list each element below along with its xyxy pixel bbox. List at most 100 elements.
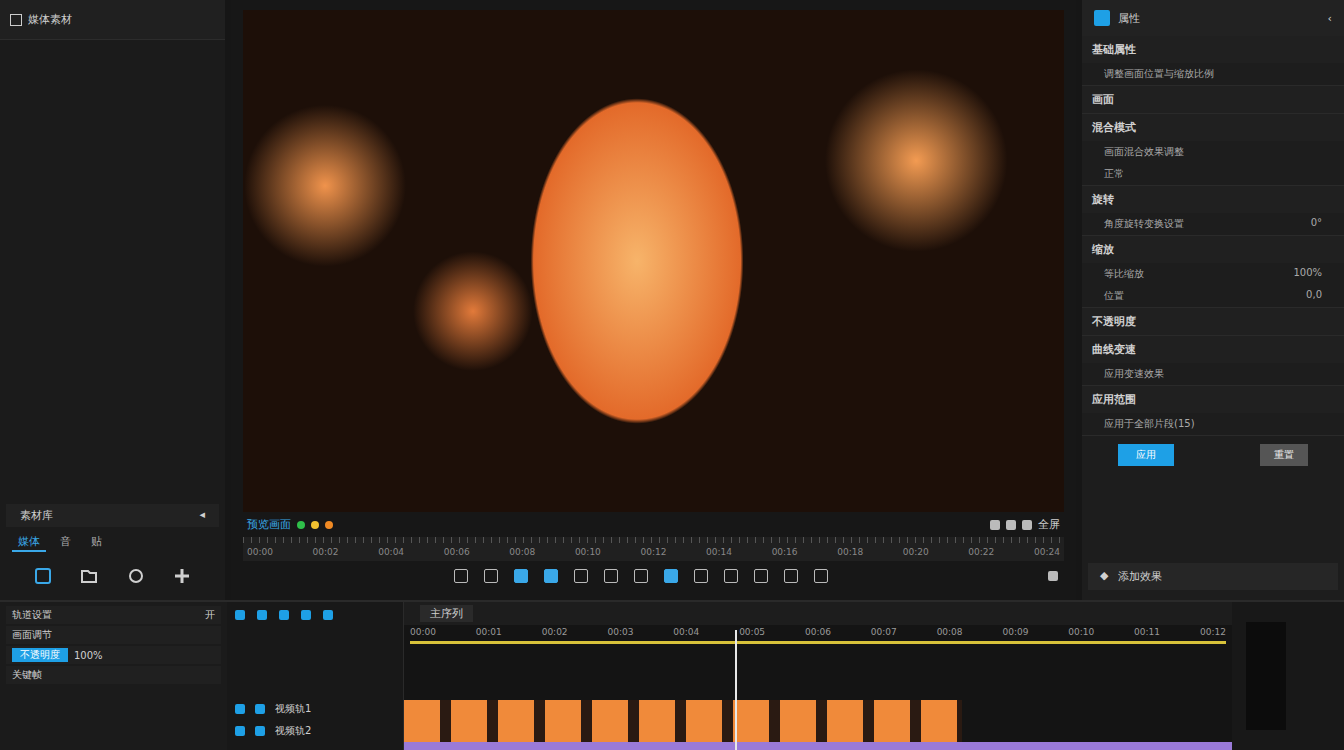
property-label: 等比缩放 — [1104, 267, 1144, 281]
property-row[interactable]: 画面混合效果调整 — [1082, 141, 1344, 163]
button-row: 应用 重置 — [1082, 436, 1344, 474]
status-dot — [325, 521, 333, 529]
tool-icon[interactable] — [754, 569, 768, 583]
tool-icon[interactable] — [784, 569, 798, 583]
work-area-bar[interactable] — [410, 641, 1226, 644]
add-icon[interactable] — [172, 566, 192, 586]
media-icon — [10, 14, 22, 26]
tool-icon[interactable] — [724, 569, 738, 583]
track-setting-row[interactable]: 不透明度 100% — [6, 646, 221, 664]
audio-clip[interactable] — [404, 742, 1232, 750]
section-title[interactable]: 旋转 — [1082, 186, 1344, 213]
record-icon[interactable] — [126, 566, 146, 586]
snapshot-icon[interactable] — [1022, 520, 1032, 530]
preview-controls: 预览画面 全屏 — [243, 512, 1064, 537]
preview-ruler[interactable]: 00:0000:0200:0400:0600:0800:1000:1200:14… — [243, 537, 1064, 561]
ruler-label: 00:12 — [1200, 627, 1226, 637]
section-title[interactable]: 曲线变速 — [1082, 336, 1344, 363]
tool-icon[interactable] — [604, 569, 618, 583]
crop-icon[interactable] — [1006, 520, 1016, 530]
section-title[interactable]: 应用范围 — [1082, 386, 1344, 413]
timeline-ruler[interactable]: 00:0000:0100:0200:0300:0400:0500:0600:07… — [404, 625, 1232, 639]
eye-icon[interactable] — [255, 726, 265, 736]
ruler-label: 00:04 — [378, 547, 404, 557]
property-label: 应用变速效果 — [1104, 367, 1164, 381]
media-tab[interactable]: 音 — [54, 533, 77, 552]
track-tool-icon[interactable] — [323, 610, 333, 620]
tool-icon[interactable] — [454, 569, 468, 583]
track-header[interactable]: 视频轨2 — [235, 720, 395, 742]
tool-icon[interactable] — [574, 569, 588, 583]
timeline[interactable]: 主序列 00:0000:0100:0200:0300:0400:0500:060… — [404, 602, 1232, 750]
property-row[interactable]: 等比缩放 100% — [1082, 263, 1344, 285]
track-tool-icon[interactable] — [279, 610, 289, 620]
property-section: 画面 — [1082, 86, 1344, 114]
tool-icon[interactable] — [484, 569, 498, 583]
ruler-label: 00:10 — [575, 547, 601, 557]
section-title[interactable]: 不透明度 — [1082, 308, 1344, 335]
property-row[interactable]: 应用于全部片段(15) — [1082, 413, 1344, 435]
timeline-area: 轨道设置 开 画面调节 不透明度 100%关键帧 视频轨1 视频轨2 主序列 0… — [0, 602, 1344, 750]
export-icon[interactable] — [1048, 571, 1058, 581]
media-tab[interactable]: 贴 — [85, 533, 108, 552]
track-tool-icon[interactable] — [301, 610, 311, 620]
track-setting-row[interactable]: 关键帧 — [6, 666, 221, 684]
lock-icon[interactable] — [235, 704, 245, 714]
track-tool-icon[interactable] — [257, 610, 267, 620]
media-tabs: 媒体音贴 — [0, 527, 225, 558]
tool-icon[interactable] — [664, 569, 678, 583]
track-header[interactable]: 视频轨1 — [235, 698, 395, 720]
media-section[interactable]: 素材库 ◂ — [6, 504, 219, 527]
action-button[interactable]: 重置 — [1260, 444, 1308, 466]
ruler-label: 00:20 — [903, 547, 929, 557]
import-icon[interactable] — [33, 566, 53, 586]
preview-frame — [243, 10, 1064, 512]
track-tool-icon[interactable] — [235, 610, 245, 620]
ruler-label: 00:09 — [1002, 627, 1028, 637]
ruler-label: 00:18 — [837, 547, 863, 557]
section-title[interactable]: 混合模式 — [1082, 114, 1344, 141]
toggle[interactable]: 开 — [205, 608, 215, 622]
property-label: 正常 — [1104, 167, 1124, 181]
tool-icon[interactable] — [514, 569, 528, 583]
safe-area-icon[interactable] — [990, 520, 1000, 530]
tool-icon[interactable] — [634, 569, 648, 583]
back-icon[interactable]: ‹ — [1328, 12, 1332, 25]
playhead[interactable] — [735, 630, 737, 750]
eye-icon[interactable] — [255, 704, 265, 714]
lock-icon[interactable] — [235, 726, 245, 736]
ruler-label: 00:14 — [706, 547, 732, 557]
sequence-tab[interactable]: 主序列 — [420, 605, 473, 622]
tool-icon[interactable] — [814, 569, 828, 583]
folder-icon[interactable] — [79, 566, 99, 586]
ruler-label: 00:03 — [607, 627, 633, 637]
action-button[interactable]: 应用 — [1118, 444, 1174, 466]
add-effect-bar[interactable]: ◆ 添加效果 — [1088, 563, 1338, 590]
property-section: 曲线变速 应用变速效果 — [1082, 336, 1344, 386]
property-row[interactable]: 正常 — [1082, 163, 1344, 185]
preview-label: 预览画面 — [247, 517, 291, 532]
property-value: 0,0 — [1306, 289, 1322, 303]
media-panel-header: 媒体素材 — [0, 0, 225, 40]
property-row[interactable]: 角度旋转变换设置 0° — [1082, 213, 1344, 235]
tool-icon[interactable] — [694, 569, 708, 583]
section-title[interactable]: 画面 — [1082, 86, 1344, 113]
section-title[interactable]: 基础属性 — [1082, 36, 1344, 63]
tool-icon[interactable] — [544, 569, 558, 583]
property-row[interactable]: 位置 0,0 — [1082, 285, 1344, 307]
add-effect-label: 添加效果 — [1118, 569, 1162, 584]
collapse-icon[interactable]: ◂ — [199, 508, 205, 523]
property-value: 100% — [1293, 267, 1322, 281]
fullscreen-button[interactable]: 全屏 — [1038, 517, 1060, 532]
track-setting-label: 关键帧 — [12, 668, 42, 682]
video-clip[interactable] — [404, 700, 962, 742]
ruler-label: 00:11 — [1134, 627, 1160, 637]
media-tab[interactable]: 媒体 — [12, 533, 46, 552]
properties-header: 属性 ‹ — [1082, 0, 1344, 36]
ruler-label: 00:02 — [542, 627, 568, 637]
property-row[interactable]: 调整画面位置与缩放比例 — [1082, 63, 1344, 85]
property-row[interactable]: 应用变速效果 — [1082, 363, 1344, 385]
track-setting-row[interactable]: 画面调节 — [6, 626, 221, 644]
property-label: 画面混合效果调整 — [1104, 145, 1184, 159]
section-title[interactable]: 缩放 — [1082, 236, 1344, 263]
